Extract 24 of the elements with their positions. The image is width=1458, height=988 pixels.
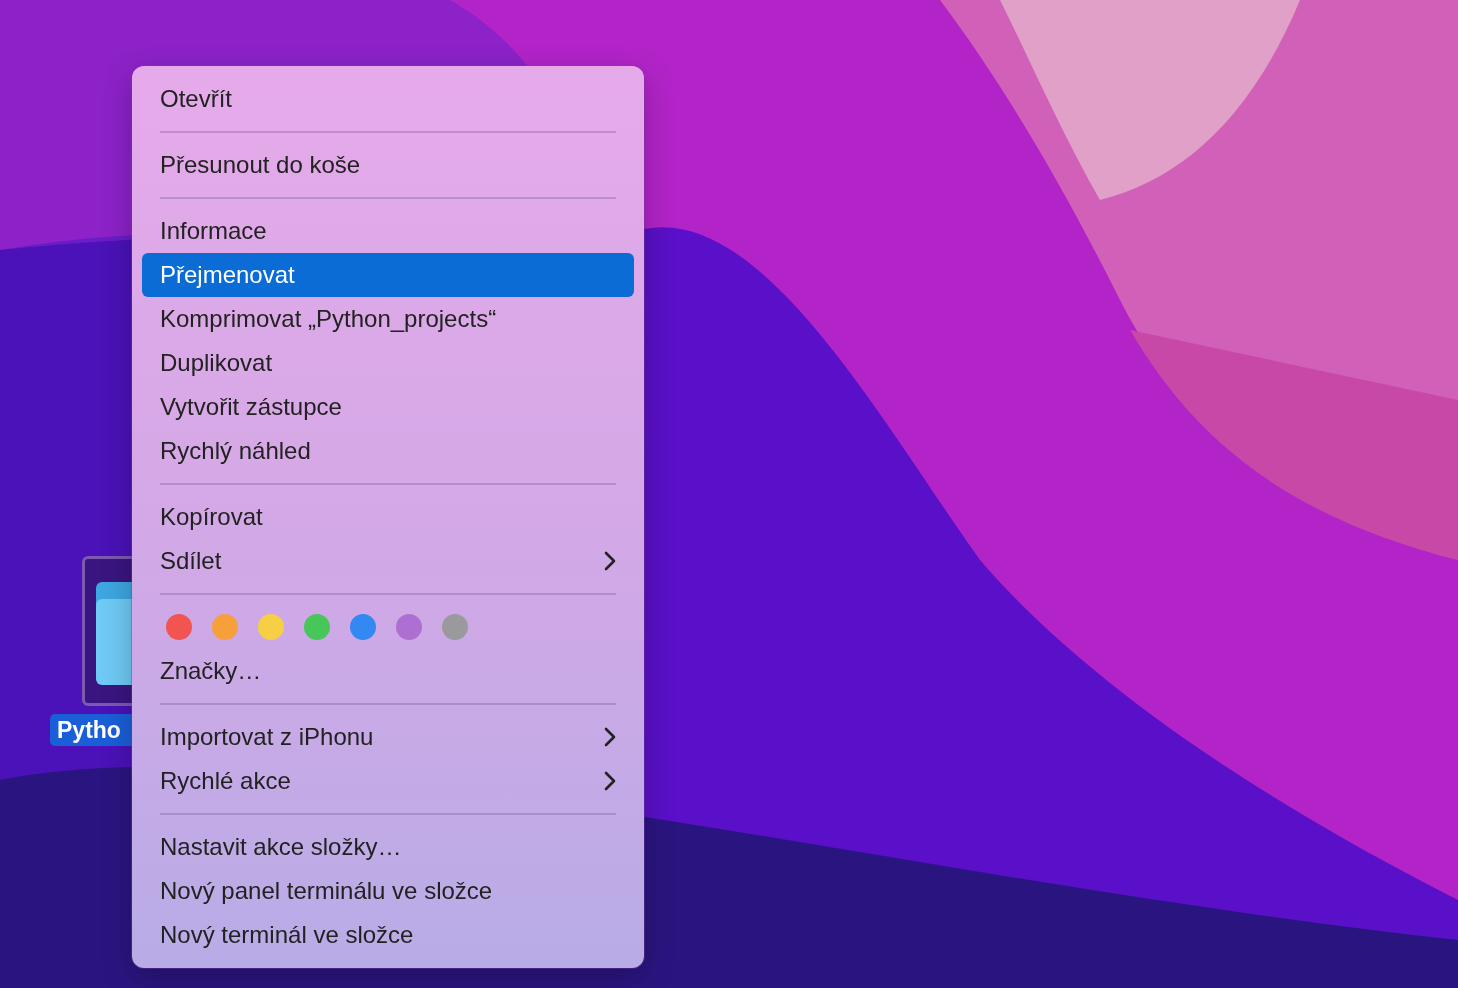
menu-item[interactable]: Přejmenovat [142, 253, 634, 297]
menu-item[interactable]: Přesunout do koše [142, 143, 634, 187]
menu-item[interactable]: Značky… [142, 649, 634, 693]
tag-color-dot[interactable] [212, 614, 238, 640]
menu-item[interactable]: Duplikovat [142, 341, 634, 385]
menu-item[interactable]: Sdílet [142, 539, 634, 583]
menu-item[interactable]: Komprimovat „Python_projects“ [142, 297, 634, 341]
menu-item[interactable]: Importovat z iPhonu [142, 715, 634, 759]
menu-item[interactable]: Nový panel terminálu ve složce [142, 869, 634, 913]
tag-color-dot[interactable] [304, 614, 330, 640]
menu-item[interactable]: Rychlý náhled [142, 429, 634, 473]
menu-item[interactable]: Nový terminál ve složce [142, 913, 634, 957]
menu-item[interactable]: Kopírovat [142, 495, 634, 539]
tag-color-dot[interactable] [350, 614, 376, 640]
menu-item[interactable]: Nastavit akce složky… [142, 825, 634, 869]
menu-item[interactable]: Rychlé akce [142, 759, 634, 803]
tag-color-dot[interactable] [166, 614, 192, 640]
tag-color-dot[interactable] [442, 614, 468, 640]
tag-color-dot[interactable] [258, 614, 284, 640]
menu-item[interactable]: Otevřít [142, 77, 634, 121]
menu-item[interactable]: Informace [142, 209, 634, 253]
tag-color-dot[interactable] [396, 614, 422, 640]
menu-item[interactable]: Vytvořit zástupce [142, 385, 634, 429]
folder-label[interactable]: Pytho [50, 714, 132, 746]
